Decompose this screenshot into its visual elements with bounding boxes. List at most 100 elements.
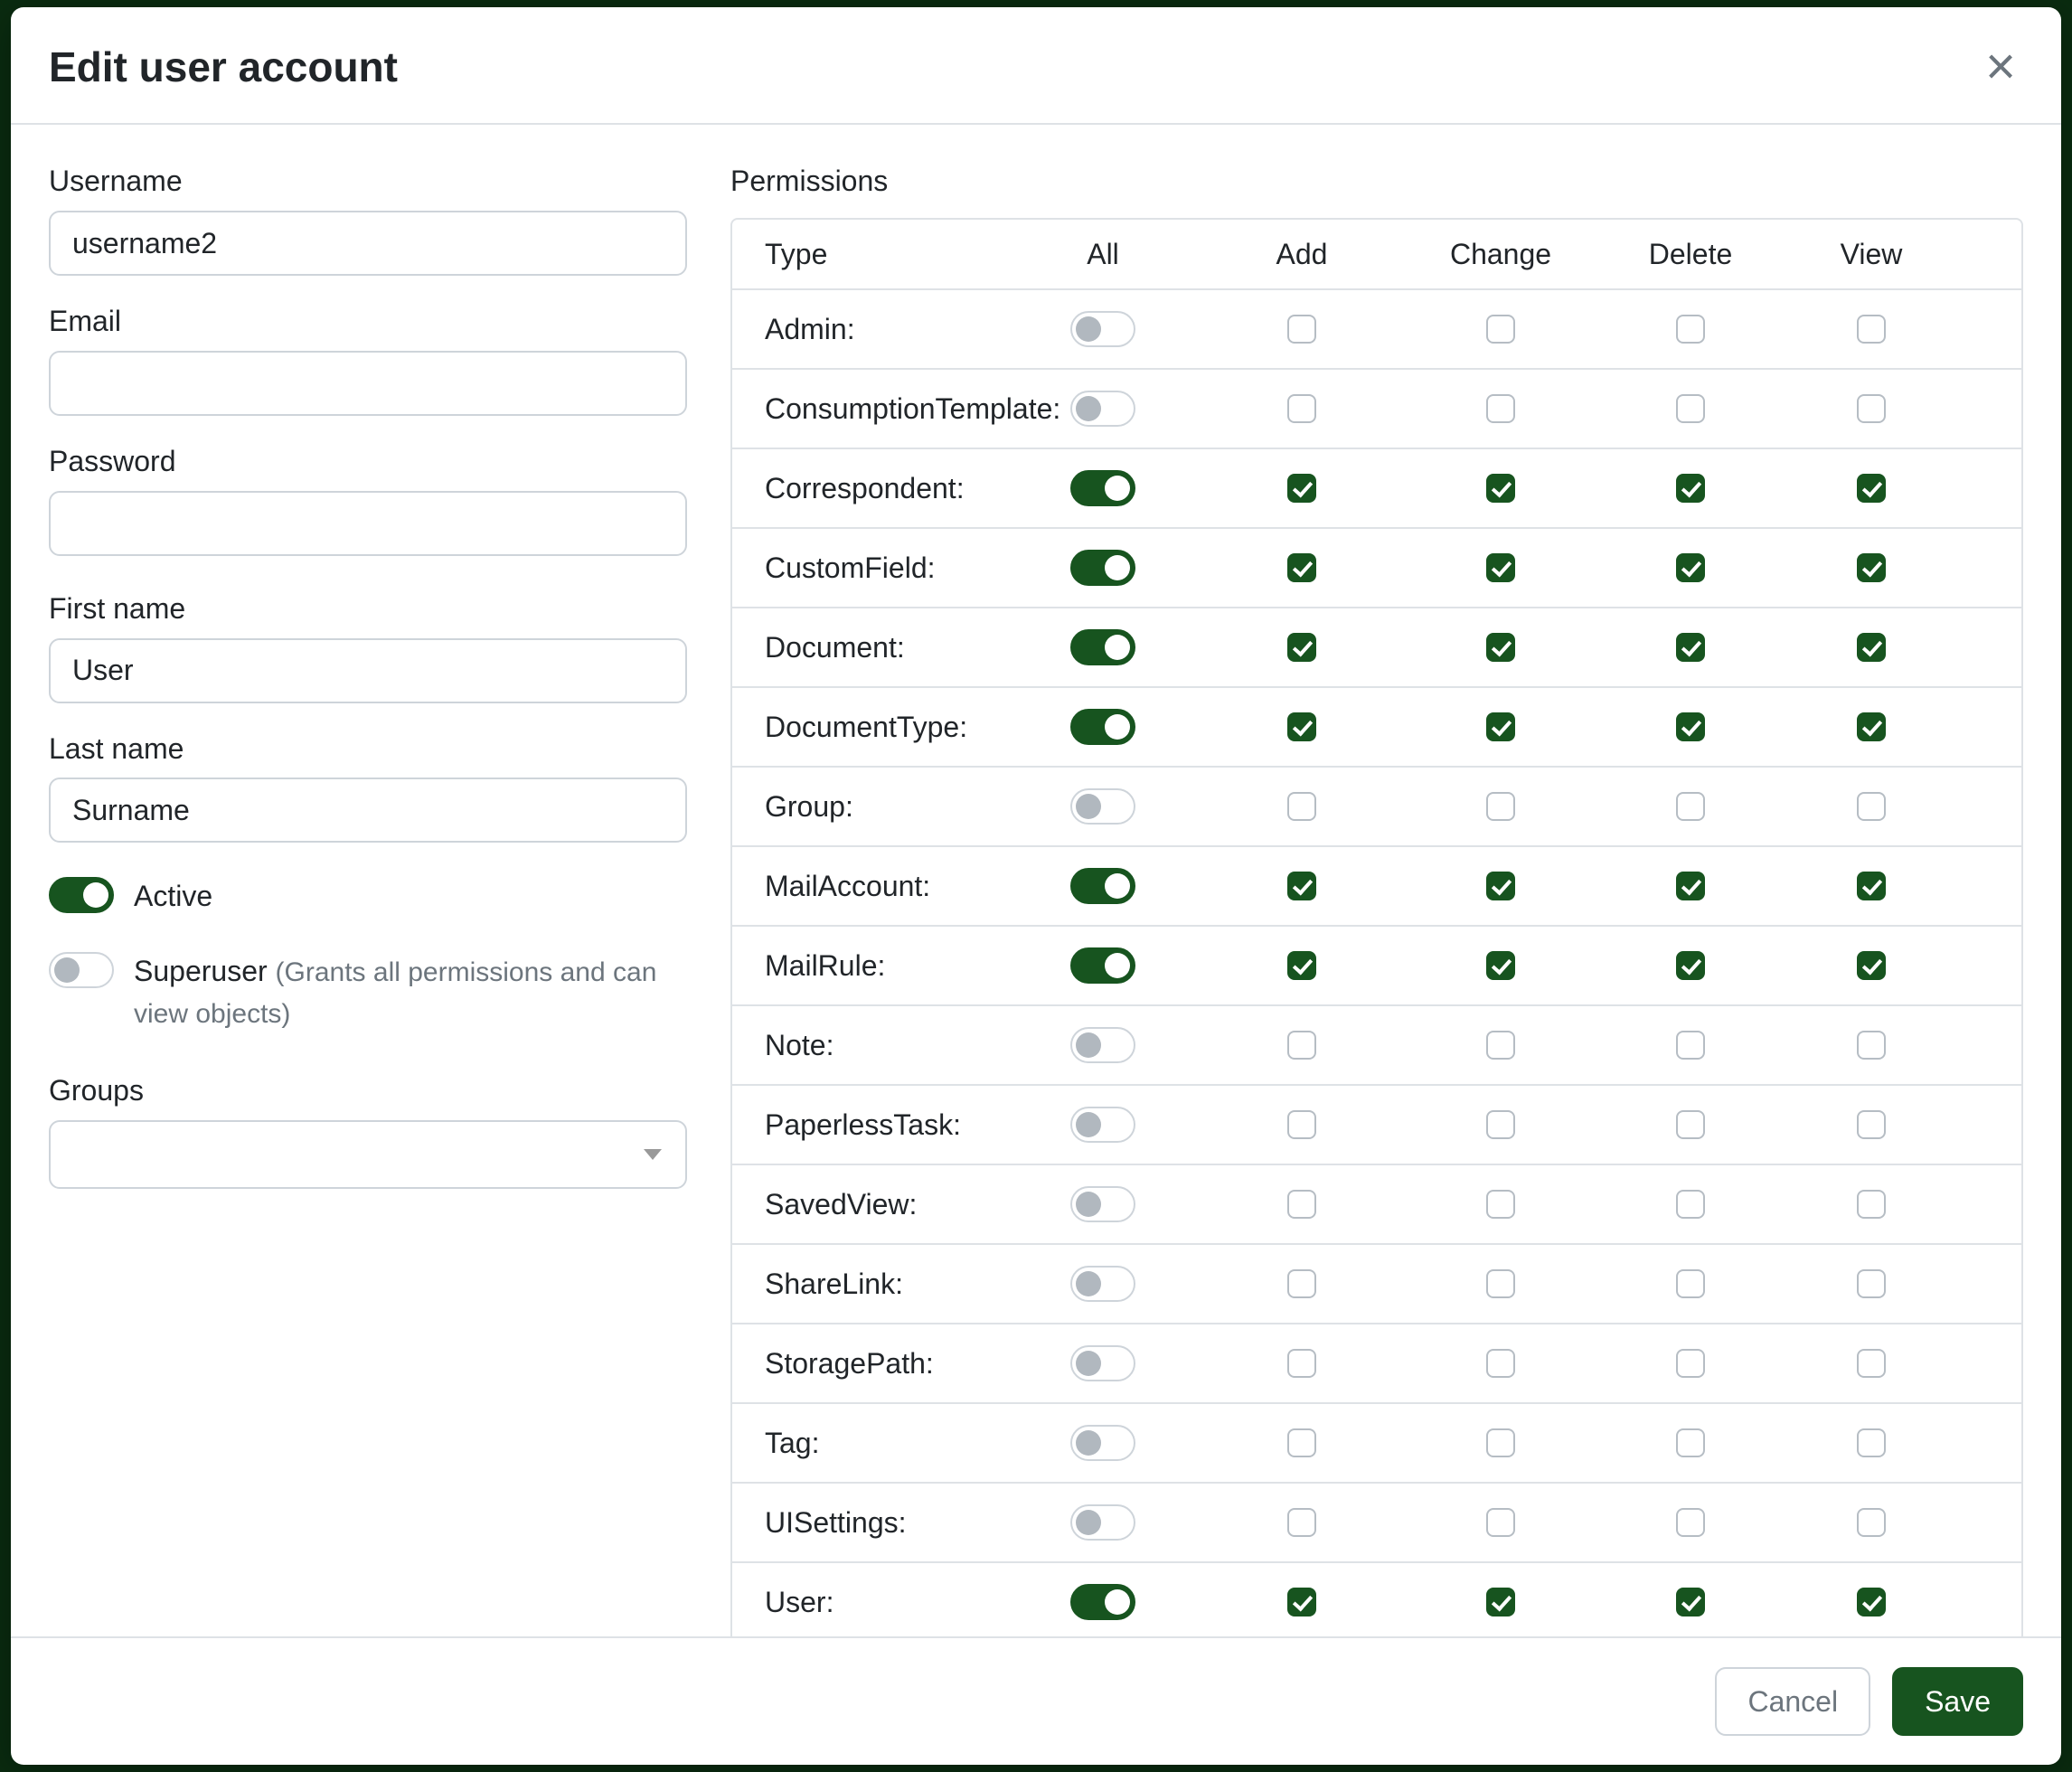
permission-add-checkbox[interactable] — [1287, 1190, 1316, 1219]
permission-all-toggle[interactable] — [1070, 629, 1135, 665]
permission-change-checkbox[interactable] — [1486, 1031, 1515, 1060]
groups-select[interactable] — [49, 1120, 687, 1189]
permission-change-checkbox[interactable] — [1486, 872, 1515, 900]
permission-all-toggle[interactable] — [1070, 947, 1135, 984]
permission-change-checkbox[interactable] — [1486, 1349, 1515, 1378]
permission-delete-checkbox[interactable] — [1676, 315, 1705, 344]
permission-all-toggle[interactable] — [1070, 1504, 1135, 1541]
permission-add-checkbox[interactable] — [1287, 872, 1316, 900]
active-toggle[interactable] — [49, 877, 114, 913]
permission-add-checkbox[interactable] — [1287, 315, 1316, 344]
permission-add-checkbox[interactable] — [1287, 1110, 1316, 1139]
first-name-field[interactable] — [49, 638, 687, 703]
email-field[interactable] — [49, 351, 687, 416]
permission-view-checkbox[interactable] — [1857, 394, 1886, 423]
permission-add-checkbox[interactable] — [1287, 792, 1316, 821]
permission-change-checkbox[interactable] — [1486, 1588, 1515, 1616]
groups-label: Groups — [49, 1070, 687, 1111]
permission-delete-checkbox[interactable] — [1676, 394, 1705, 423]
permission-all-toggle[interactable] — [1070, 1107, 1135, 1143]
permission-change-checkbox[interactable] — [1486, 712, 1515, 741]
permission-delete-checkbox[interactable] — [1676, 792, 1705, 821]
permission-add-checkbox[interactable] — [1287, 474, 1316, 503]
permission-view-checkbox[interactable] — [1857, 1190, 1886, 1219]
permission-add-checkbox[interactable] — [1287, 394, 1316, 423]
permission-change-checkbox[interactable] — [1486, 792, 1515, 821]
permission-view-checkbox[interactable] — [1857, 951, 1886, 980]
permission-delete-checkbox[interactable] — [1676, 1508, 1705, 1537]
close-icon[interactable]: × — [1978, 41, 2023, 93]
permission-delete-checkbox[interactable] — [1676, 872, 1705, 900]
permission-delete-checkbox[interactable] — [1676, 1190, 1705, 1219]
permission-delete-checkbox[interactable] — [1676, 474, 1705, 503]
permission-add-checkbox[interactable] — [1287, 1428, 1316, 1457]
permission-all-toggle[interactable] — [1070, 1027, 1135, 1063]
password-field[interactable] — [49, 491, 687, 556]
permission-view-checkbox[interactable] — [1857, 872, 1886, 900]
permission-add-checkbox[interactable] — [1287, 1588, 1316, 1616]
permission-change-checkbox[interactable] — [1486, 633, 1515, 662]
superuser-toggle[interactable] — [49, 952, 114, 988]
permission-add-checkbox[interactable] — [1287, 1508, 1316, 1537]
permission-delete-checkbox[interactable] — [1676, 553, 1705, 582]
permission-all-toggle[interactable] — [1070, 788, 1135, 825]
permission-change-checkbox[interactable] — [1486, 394, 1515, 423]
permission-view-checkbox[interactable] — [1857, 712, 1886, 741]
permission-add-checkbox[interactable] — [1287, 633, 1316, 662]
permission-view-checkbox[interactable] — [1857, 792, 1886, 821]
permission-all-toggle[interactable] — [1070, 868, 1135, 904]
permission-all-toggle[interactable] — [1070, 550, 1135, 586]
permission-delete-checkbox[interactable] — [1676, 1349, 1705, 1378]
permission-delete-checkbox[interactable] — [1676, 951, 1705, 980]
permission-delete-checkbox[interactable] — [1676, 1110, 1705, 1139]
permission-change-checkbox[interactable] — [1486, 1508, 1515, 1537]
permission-view-checkbox[interactable] — [1857, 633, 1886, 662]
permission-all-toggle[interactable] — [1070, 1584, 1135, 1620]
permission-all-toggle[interactable] — [1070, 1266, 1135, 1302]
permission-view-checkbox[interactable] — [1857, 474, 1886, 503]
permission-add-checkbox[interactable] — [1287, 553, 1316, 582]
permission-change-checkbox[interactable] — [1486, 951, 1515, 980]
permission-view-checkbox[interactable] — [1857, 1508, 1886, 1537]
permission-all-toggle[interactable] — [1070, 470, 1135, 506]
permission-change-checkbox[interactable] — [1486, 1269, 1515, 1298]
cancel-button[interactable]: Cancel — [1715, 1667, 1870, 1736]
save-button[interactable]: Save — [1892, 1667, 2023, 1736]
permission-all-toggle[interactable] — [1070, 1186, 1135, 1222]
username-input[interactable] — [49, 211, 687, 276]
permission-change-checkbox[interactable] — [1486, 1428, 1515, 1457]
permission-add-checkbox[interactable] — [1287, 1269, 1316, 1298]
permission-delete-checkbox[interactable] — [1676, 633, 1705, 662]
permission-view-checkbox[interactable] — [1857, 553, 1886, 582]
permission-change-checkbox[interactable] — [1486, 1110, 1515, 1139]
permission-add-checkbox[interactable] — [1287, 1349, 1316, 1378]
permission-view-checkbox[interactable] — [1857, 1588, 1886, 1616]
permissions-table-body: Admin: ConsumptionTemplate: Corresponden… — [732, 288, 2021, 1636]
permission-type-label: StoragePath: — [732, 1347, 1003, 1381]
permission-change-checkbox[interactable] — [1486, 474, 1515, 503]
permission-all-toggle[interactable] — [1070, 311, 1135, 347]
permission-delete-checkbox[interactable] — [1676, 1269, 1705, 1298]
permission-view-checkbox[interactable] — [1857, 1110, 1886, 1139]
permission-view-checkbox[interactable] — [1857, 1428, 1886, 1457]
permission-change-checkbox[interactable] — [1486, 1190, 1515, 1219]
permission-row: MailRule: — [732, 925, 2021, 1004]
permission-change-checkbox[interactable] — [1486, 315, 1515, 344]
last-name-field[interactable] — [49, 778, 687, 843]
permission-add-checkbox[interactable] — [1287, 1031, 1316, 1060]
permission-all-toggle[interactable] — [1070, 1425, 1135, 1461]
permission-all-toggle[interactable] — [1070, 709, 1135, 745]
permission-all-toggle[interactable] — [1070, 391, 1135, 427]
permission-view-checkbox[interactable] — [1857, 1349, 1886, 1378]
permission-all-toggle[interactable] — [1070, 1345, 1135, 1381]
permission-add-checkbox[interactable] — [1287, 712, 1316, 741]
permission-delete-checkbox[interactable] — [1676, 712, 1705, 741]
permission-add-checkbox[interactable] — [1287, 951, 1316, 980]
permission-view-checkbox[interactable] — [1857, 1031, 1886, 1060]
permission-view-checkbox[interactable] — [1857, 315, 1886, 344]
permission-delete-checkbox[interactable] — [1676, 1588, 1705, 1616]
permission-delete-checkbox[interactable] — [1676, 1428, 1705, 1457]
permission-view-checkbox[interactable] — [1857, 1269, 1886, 1298]
permission-delete-checkbox[interactable] — [1676, 1031, 1705, 1060]
permission-change-checkbox[interactable] — [1486, 553, 1515, 582]
